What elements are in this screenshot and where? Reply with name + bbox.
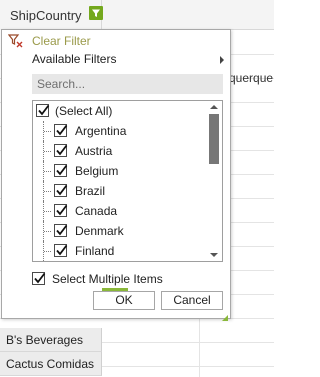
list-item-country[interactable]: Denmark bbox=[33, 221, 205, 241]
funnel-icon bbox=[92, 9, 100, 17]
tree-connector bbox=[43, 141, 53, 161]
list-item-country[interactable]: Canada bbox=[33, 201, 205, 221]
chevron-right-icon bbox=[220, 56, 224, 64]
search-input[interactable] bbox=[32, 74, 223, 94]
checkmark-icon bbox=[56, 204, 68, 216]
select-multiple-checkbox[interactable] bbox=[32, 272, 46, 285]
checkmark-icon bbox=[56, 184, 68, 196]
list-item-country[interactable]: Argentina bbox=[33, 121, 205, 141]
list-item-label: Finland bbox=[75, 244, 115, 258]
available-filters-menu[interactable]: Available Filters bbox=[8, 51, 224, 69]
list-item-label: (Select All) bbox=[55, 104, 113, 118]
resize-grip-icon[interactable] bbox=[222, 315, 228, 321]
tree-connector bbox=[43, 201, 53, 221]
list-item-country[interactable]: Austria bbox=[33, 141, 205, 161]
list-item-country[interactable]: Finland bbox=[33, 241, 205, 261]
list-item-label: Austria bbox=[75, 144, 113, 158]
checkmark-icon bbox=[38, 104, 50, 116]
filter-popup: Clear Filter Available Filters (Select A… bbox=[1, 29, 231, 321]
checkbox[interactable] bbox=[54, 244, 68, 257]
scroll-down-arrow-icon[interactable] bbox=[210, 253, 218, 257]
checkmark-icon bbox=[56, 244, 68, 256]
grid-row-label[interactable]: B's Beverages bbox=[0, 328, 102, 352]
list-item-label: Brazil bbox=[75, 184, 106, 198]
checkbox[interactable] bbox=[54, 124, 68, 137]
checkbox[interactable] bbox=[36, 104, 50, 117]
cancel-button[interactable]: Cancel bbox=[161, 291, 223, 310]
list-item-label: Canada bbox=[75, 204, 118, 218]
checkmark-icon bbox=[56, 224, 68, 236]
tree-connector bbox=[43, 121, 53, 141]
checkbox[interactable] bbox=[54, 164, 68, 177]
select-multiple-option[interactable]: Select Multiple Items bbox=[32, 270, 212, 288]
tree-connector bbox=[43, 221, 53, 241]
tree-connector bbox=[43, 161, 53, 181]
checkmark-icon bbox=[56, 144, 68, 156]
scroll-thumb[interactable] bbox=[209, 114, 219, 164]
available-filters-label: Available Filters bbox=[32, 52, 117, 66]
list-scrollbar[interactable] bbox=[205, 101, 222, 261]
clear-filter-label: Clear Filter bbox=[32, 34, 91, 48]
funnel-clear-icon bbox=[8, 34, 23, 48]
row-label-text: Cactus Comidas bbox=[6, 357, 95, 371]
list-item-label: Argentina bbox=[75, 124, 127, 138]
list-item-country[interactable]: Belgium bbox=[33, 161, 205, 181]
tree-connector bbox=[43, 241, 53, 261]
column-header-shipcountry[interactable]: ShipCountry bbox=[0, 0, 102, 30]
grid-row-label[interactable]: Cactus Comidas bbox=[0, 352, 102, 376]
row-label-text: B's Beverages bbox=[6, 333, 83, 347]
list-item-country[interactable]: Brazil bbox=[33, 181, 205, 201]
list-item-label: Belgium bbox=[75, 164, 119, 178]
checkbox[interactable] bbox=[54, 224, 68, 237]
checkbox[interactable] bbox=[54, 144, 68, 157]
column-header-label: ShipCountry bbox=[10, 8, 82, 23]
popup-grip-bar bbox=[102, 288, 128, 291]
list-item-select-all[interactable]: (Select All) bbox=[33, 101, 205, 121]
filter-value-list: (Select All) Argentina Austria Belgium B… bbox=[32, 100, 223, 262]
checkbox[interactable] bbox=[54, 204, 68, 217]
grid-cell-city[interactable]: querque bbox=[229, 71, 273, 85]
checkmark-icon bbox=[34, 272, 46, 284]
tree-connector bbox=[43, 181, 53, 201]
checkmark-icon bbox=[56, 124, 68, 136]
column-filter-button[interactable] bbox=[89, 6, 103, 20]
checkbox[interactable] bbox=[54, 184, 68, 197]
checkmark-icon bbox=[56, 164, 68, 176]
select-multiple-label: Select Multiple Items bbox=[52, 272, 163, 286]
list-item-label: Denmark bbox=[75, 224, 124, 238]
scroll-up-arrow-icon[interactable] bbox=[210, 105, 218, 109]
ok-button[interactable]: OK bbox=[93, 291, 155, 310]
